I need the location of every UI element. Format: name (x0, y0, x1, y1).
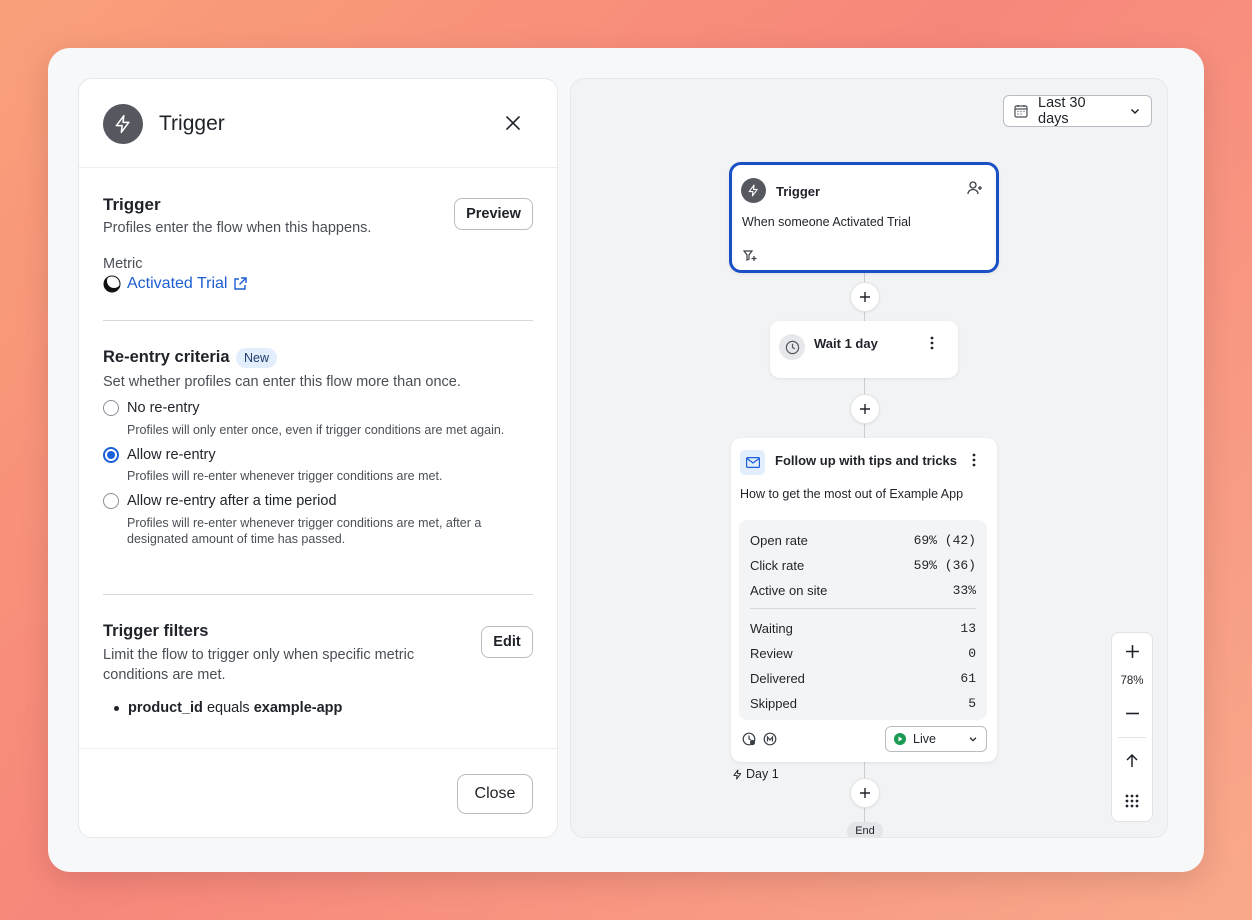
add-step-button[interactable] (850, 282, 880, 312)
section-divider (103, 320, 533, 321)
stat-row: Open rate 69% (42) (750, 533, 976, 548)
chevron-down-icon (968, 734, 978, 744)
radio-button[interactable] (103, 493, 119, 509)
filters-section-title: Trigger filters (103, 622, 209, 640)
external-link-icon (233, 277, 248, 291)
flow-canvas[interactable]: Last 30 days Trigger When someone Activa… (570, 78, 1168, 838)
grid-dots-icon[interactable] (1112, 785, 1152, 817)
zoom-divider (1118, 737, 1146, 738)
filter-condition: product_id equals example-app (114, 700, 342, 716)
lightning-icon (733, 768, 742, 780)
more-options-icon[interactable] (930, 336, 934, 355)
zoom-level: 78% (1120, 675, 1144, 687)
reentry-section-description: Set whether profiles can enter this flow… (103, 374, 461, 390)
metric-value: Activated Trial (127, 275, 228, 292)
zoom-controls: 78% (1111, 632, 1153, 822)
wait-node-title: Wait 1 day (814, 336, 878, 351)
stat-row: Active on site 33% (750, 583, 976, 598)
stat-row: Review 0 (750, 646, 976, 661)
tracking-icon (763, 732, 777, 751)
close-button[interactable]: Close (457, 774, 533, 814)
smart-send-icon (742, 732, 756, 751)
panel-header: Trigger (79, 79, 557, 168)
zoom-out-button[interactable] (1112, 697, 1152, 729)
stats-divider (750, 608, 976, 609)
lightning-icon (103, 104, 143, 144)
edit-filters-button[interactable]: Edit (481, 626, 533, 658)
radio-help-text: Profiles will only enter once, even if t… (127, 423, 505, 437)
radio-reentry-after-period[interactable]: Allow re-entry after a time period (103, 493, 337, 509)
stat-row: Skipped 5 (750, 696, 976, 711)
add-step-button[interactable] (850, 778, 880, 808)
radio-label: No re-entry (127, 400, 200, 416)
filter-value: example-app (253, 700, 343, 716)
footer-divider (79, 748, 557, 749)
metric-link[interactable]: Activated Trial (103, 275, 248, 293)
filter-icon (742, 249, 757, 268)
radio-allow-reentry[interactable]: Allow re-entry (103, 447, 216, 463)
trigger-node-title: Trigger (776, 184, 821, 199)
radio-button[interactable] (103, 400, 119, 416)
metric-label: Metric (103, 256, 143, 272)
status-select[interactable]: Live (885, 726, 987, 752)
lightning-icon (741, 178, 766, 203)
date-range-value: Last 30 days (1038, 95, 1086, 127)
radio-help-text: Profiles will re-enter whenever trigger … (127, 516, 482, 546)
trigger-node-body: When someone Activated Trial (742, 215, 911, 229)
trigger-settings-panel: Trigger Trigger Profiles enter the flow … (78, 78, 558, 838)
moon-logo-icon (103, 275, 121, 293)
add-person-icon[interactable] (967, 180, 983, 201)
email-node[interactable]: Follow up with tips and tricks How to ge… (731, 438, 997, 762)
wait-node[interactable]: Wait 1 day (770, 321, 958, 378)
radio-label: Allow re-entry (127, 447, 216, 463)
clock-icon (779, 334, 805, 360)
play-icon (894, 733, 906, 745)
close-icon[interactable] (499, 109, 527, 137)
reentry-section-title: Re-entry criteria (103, 348, 230, 366)
filter-field: product_id (128, 700, 203, 716)
filters-section-description: Limit the flow to trigger only when spec… (103, 647, 415, 683)
trigger-node[interactable]: Trigger When someone Activated Trial (729, 162, 999, 273)
bullet-dot (114, 705, 119, 711)
day-label: Day 1 (732, 767, 779, 781)
app-window: Trigger Trigger Profiles enter the flow … (48, 48, 1204, 872)
add-step-button[interactable] (850, 394, 880, 424)
stat-row: Waiting 13 (750, 621, 976, 636)
section-divider (103, 594, 533, 595)
end-pill: End (847, 822, 883, 837)
radio-help-text: Profiles will re-enter whenever trigger … (127, 469, 443, 483)
radio-button-selected[interactable] (103, 447, 119, 463)
arrow-up-icon[interactable] (1112, 745, 1152, 777)
trigger-section-description: Profiles enter the flow when this happen… (103, 220, 372, 236)
new-badge: New (236, 348, 278, 368)
panel-title: Trigger (159, 112, 225, 135)
stat-row: Click rate 59% (36) (750, 558, 976, 573)
stat-row: Delivered 61 (750, 671, 976, 686)
email-icon (740, 450, 765, 475)
chevron-down-icon (1129, 105, 1141, 117)
status-value: Live (913, 732, 936, 746)
trigger-section-title: Trigger (103, 195, 161, 214)
filter-operator: equals (206, 700, 250, 716)
email-subject: How to get the most out of Example App (740, 487, 964, 501)
email-stats: Open rate 69% (42) Click rate 59% (36) Act… (739, 520, 987, 720)
more-options-icon[interactable] (972, 453, 976, 472)
radio-no-reentry[interactable]: No re-entry (103, 400, 200, 416)
preview-button[interactable]: Preview (454, 198, 533, 230)
calendar-icon (1014, 104, 1028, 118)
email-node-title: Follow up with tips and tricks (775, 453, 958, 468)
zoom-in-button[interactable] (1112, 635, 1152, 667)
radio-label: Allow re-entry after a time period (127, 493, 337, 509)
date-range-picker[interactable]: Last 30 days (1003, 95, 1152, 127)
